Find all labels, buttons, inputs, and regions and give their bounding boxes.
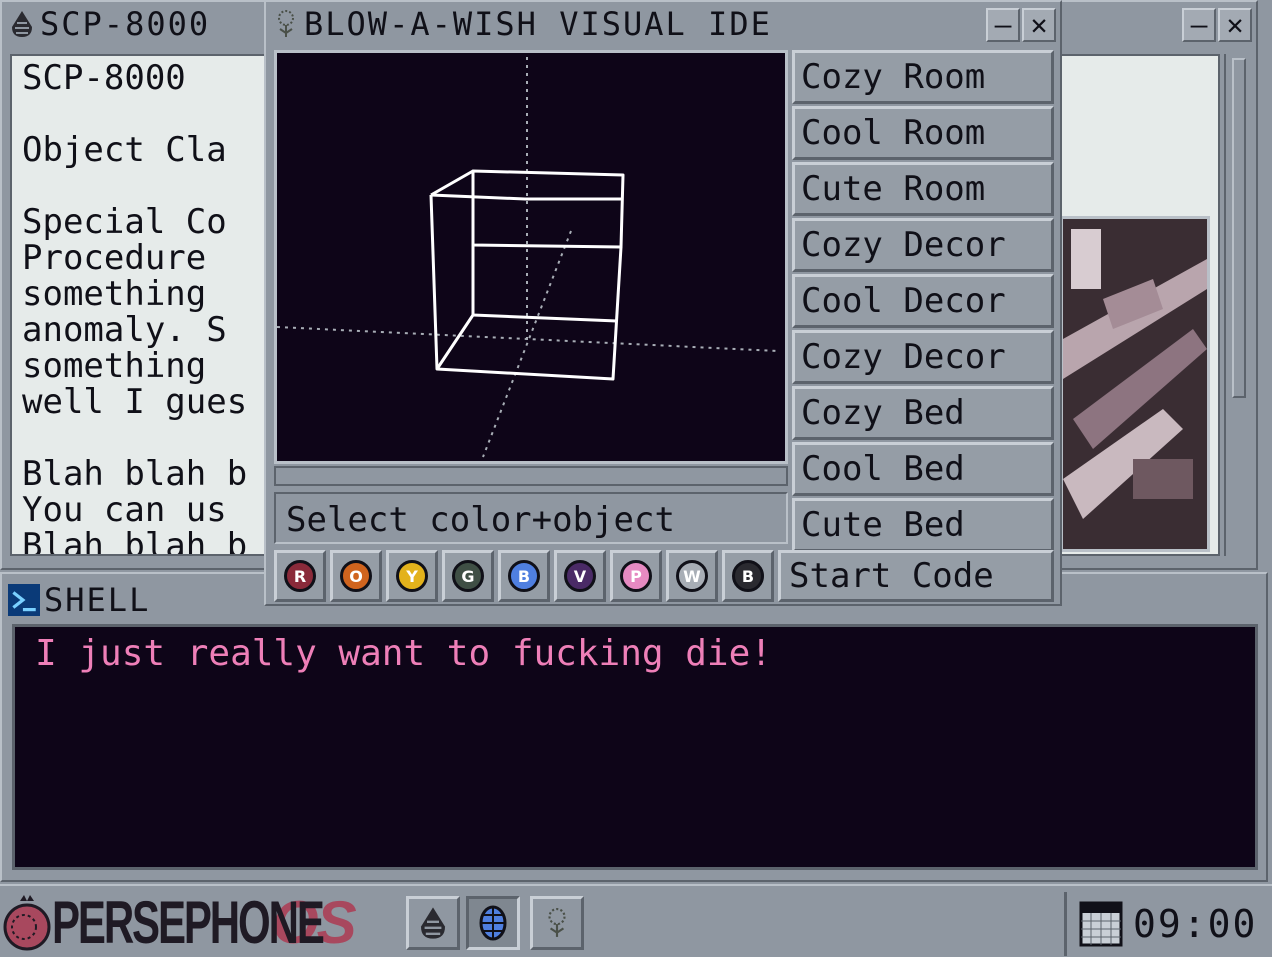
ide-close-button[interactable]: ✕ <box>1022 8 1056 42</box>
color-swatch: B <box>732 560 764 592</box>
scp-minimize-button[interactable]: – <box>1182 8 1216 42</box>
color-button-o[interactable]: O <box>330 550 382 602</box>
wireframe-cube-scene <box>277 57 778 458</box>
color-button-g[interactable]: G <box>442 550 494 602</box>
status-field: Select color+object <box>274 492 788 544</box>
color-swatch: P <box>620 560 652 592</box>
viewport-horizontal-scrollbar[interactable] <box>274 466 788 486</box>
color-swatch: R <box>284 560 316 592</box>
scp-window-title: SCP-8000 <box>40 5 211 43</box>
persephone-seed-icon <box>12 11 32 37</box>
color-palette: ROYGBVPWB <box>274 550 774 602</box>
object-button-cool-decor[interactable]: Cool Decor <box>792 274 1054 328</box>
dandelion-icon <box>278 10 294 37</box>
object-button-cool-room[interactable]: Cool Room <box>792 106 1054 160</box>
scp-close-button[interactable]: ✕ <box>1218 8 1252 42</box>
color-button-p[interactable]: P <box>610 550 662 602</box>
color-swatch: W <box>676 560 708 592</box>
color-button-v[interactable]: V <box>554 550 606 602</box>
color-swatch: G <box>452 560 484 592</box>
object-button-cozy-decor[interactable]: Cozy Decor <box>792 330 1054 384</box>
clock-time: 09:00 <box>1133 902 1258 946</box>
color-swatch: Y <box>396 560 428 592</box>
ide-minimize-button[interactable]: – <box>986 8 1020 42</box>
color-swatch: V <box>564 560 596 592</box>
pomegranate-icon <box>3 895 51 951</box>
ide-window[interactable]: BLOW-A-WISH VISUAL IDE – ✕ Select color+… <box>264 0 1062 606</box>
scp-document-image <box>1060 216 1210 552</box>
os-logo[interactable]: PERSEPHONE OS <box>2 889 357 956</box>
shell-output[interactable]: I just really want to fucking die! <box>12 624 1258 870</box>
color-button-r[interactable]: R <box>274 550 326 602</box>
os-name-primary: PERSEPHONE <box>52 889 325 956</box>
terminal-icon <box>8 584 40 616</box>
ide-titlebar[interactable]: BLOW-A-WISH VISUAL IDE <box>266 2 1060 46</box>
axis-lines <box>277 57 778 458</box>
object-button-cute-room[interactable]: Cute Room <box>792 162 1054 216</box>
object-button-cozy-room[interactable]: Cozy Room <box>792 50 1054 104</box>
color-button-y[interactable]: Y <box>386 550 438 602</box>
3d-viewport[interactable] <box>274 50 788 464</box>
taskbar-app-ide[interactable] <box>530 896 584 950</box>
calendar-icon <box>1079 901 1123 947</box>
object-button-list: Cozy Room Cool Room Cute Room Cozy Decor Coo… <box>792 50 1054 554</box>
shell-window[interactable]: SHELL I just really want to fucking die! <box>0 572 1268 882</box>
start-code-button[interactable]: Start Code <box>778 550 1054 602</box>
scp-scrollbar[interactable] <box>1224 54 1252 556</box>
object-button-cozy-bed[interactable]: Cozy Bed <box>792 386 1054 440</box>
color-button-b[interactable]: B <box>722 550 774 602</box>
object-button-cute-bed[interactable]: Cute Bed <box>792 498 1054 552</box>
object-button-cool-bed[interactable]: Cool Bed <box>792 442 1054 496</box>
color-swatch: O <box>340 560 372 592</box>
scp-scroll-thumb[interactable] <box>1232 58 1246 398</box>
color-swatch: B <box>508 560 540 592</box>
shell-window-title: SHELL <box>44 581 151 619</box>
photo-texture <box>1063 219 1207 549</box>
dandelion-icon <box>548 908 566 937</box>
object-button-cozy-decor[interactable]: Cozy Decor <box>792 218 1054 272</box>
color-button-w[interactable]: W <box>666 550 718 602</box>
taskbar-app-globe[interactable] <box>466 896 520 950</box>
ide-window-title: BLOW-A-WISH VISUAL IDE <box>304 5 772 43</box>
persephone-seed-icon <box>421 907 445 939</box>
taskbar: PERSEPHONE OS 09:00 <box>0 884 1272 957</box>
taskbar-app-scp[interactable] <box>406 896 460 950</box>
color-button-b[interactable]: B <box>498 550 550 602</box>
globe-icon <box>479 905 507 941</box>
system-clock[interactable]: 09:00 <box>1064 892 1268 956</box>
